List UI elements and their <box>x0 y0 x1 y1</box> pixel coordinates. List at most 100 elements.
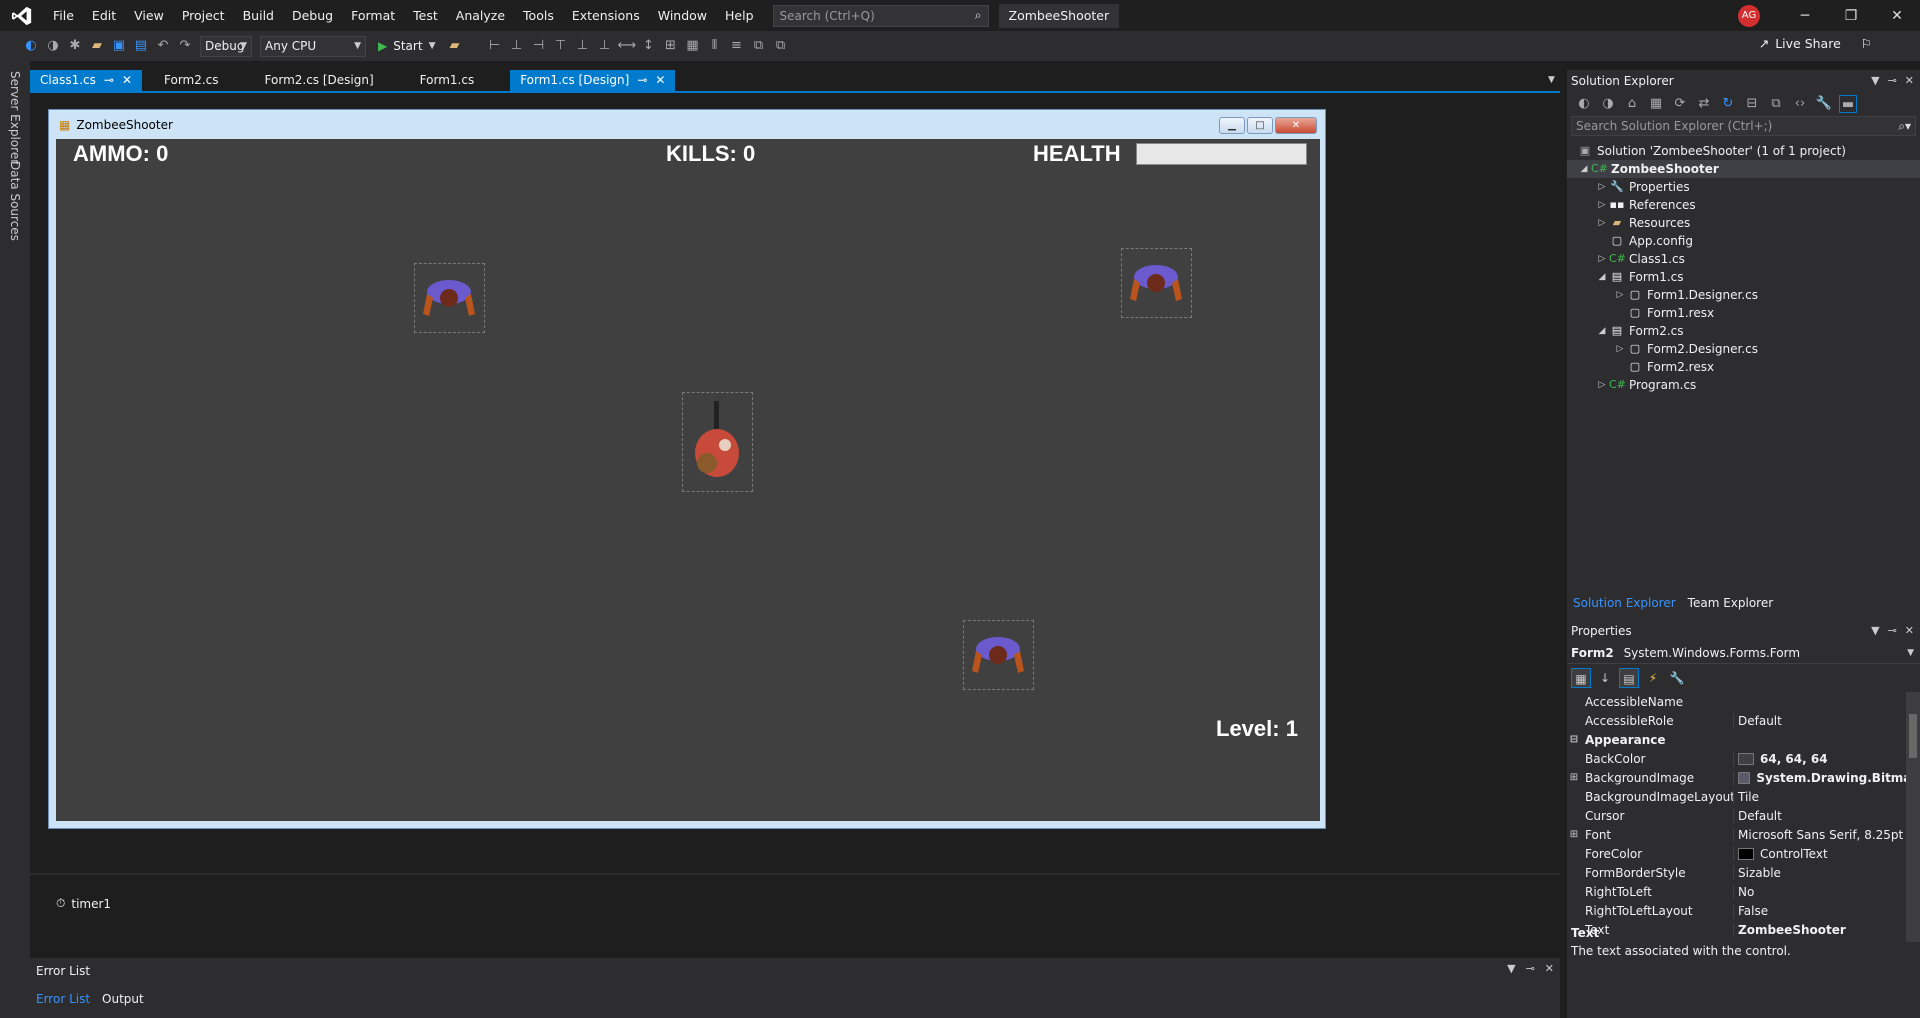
prop-value[interactable]: System.Drawing.Bitmap <box>1733 770 1920 785</box>
health-progress-bar[interactable] <box>1136 143 1307 165</box>
tree-item-properties[interactable]: ▷ 🔧 Properties <box>1567 178 1920 196</box>
tab-class1-cs[interactable]: Class1.cs ⊸ ✕ <box>30 70 142 91</box>
restore-icon[interactable]: ❐ <box>1828 8 1874 24</box>
platform-dropdown[interactable]: Any CPU ▼ <box>260 35 366 57</box>
tree-item-form2-designer[interactable]: ▷ ▢ Form2.Designer.cs <box>1567 340 1920 358</box>
tab-error-list[interactable]: Error List <box>30 988 96 1010</box>
dropdown-icon[interactable]: ▼ <box>1871 620 1879 642</box>
prop-value[interactable]: Microsoft Sans Serif, 8.25pt <box>1733 827 1920 842</box>
menu-tools[interactable]: Tools <box>514 0 563 31</box>
redo-icon[interactable]: ↷ <box>176 37 194 55</box>
send-to-back-icon[interactable]: ⧉ <box>771 37 789 55</box>
categorized-icon[interactable]: ▦ <box>1571 668 1591 688</box>
bring-to-front-icon[interactable]: ⧉ <box>749 37 767 55</box>
prop-row[interactable]: ⊞ Font Microsoft Sans Serif, 8.25pt <box>1567 825 1920 844</box>
prop-row[interactable]: AccessibleName <box>1567 692 1920 711</box>
zombie-sprite[interactable] <box>963 620 1034 690</box>
menu-project[interactable]: Project <box>173 0 234 31</box>
expand-icon[interactable]: ▷ <box>1613 340 1627 358</box>
live-share-button[interactable]: ↗ Live Share ⚐ <box>1759 36 1872 51</box>
refresh-icon[interactable]: ↻ <box>1719 95 1737 113</box>
size-to-grid-icon[interactable]: ⊞ <box>661 37 679 55</box>
prop-value[interactable]: Sizable <box>1733 865 1920 880</box>
prop-row[interactable]: Cursor Default <box>1567 806 1920 825</box>
prop-row[interactable]: BackColor 64, 64, 64 <box>1567 749 1920 768</box>
menu-test[interactable]: Test <box>404 0 447 31</box>
undo-icon[interactable]: ↶ <box>154 37 172 55</box>
property-pages-icon[interactable]: 🔧 <box>1667 668 1687 688</box>
tab-list-dropdown-icon[interactable]: ▼ <box>1548 75 1555 85</box>
tab-form2-cs[interactable]: Form2.cs <box>154 70 229 91</box>
player-sprite[interactable] <box>682 392 753 492</box>
level-label[interactable]: Level: 1 <box>1216 716 1298 742</box>
prop-value[interactable]: No <box>1733 884 1920 899</box>
expand-icon[interactable]: ⊞ <box>1567 829 1581 840</box>
pin-icon[interactable]: ⊸ <box>1888 620 1897 642</box>
menu-analyze[interactable]: Analyze <box>447 0 514 31</box>
prop-row[interactable]: RightToLeft No <box>1567 882 1920 901</box>
pin-icon[interactable]: ⊸ <box>1526 962 1535 975</box>
close-icon[interactable]: ✕ <box>1545 962 1554 975</box>
expand-icon[interactable]: ▷ <box>1613 286 1627 304</box>
tree-item-form1-resx[interactable]: ▢ Form1.resx <box>1567 304 1920 322</box>
vertical-spacing-icon[interactable]: ≡ <box>727 37 745 55</box>
menu-extensions[interactable]: Extensions <box>563 0 649 31</box>
tree-item-project[interactable]: ◢ C# ZombeeShooter <box>1567 160 1920 178</box>
save-icon[interactable]: ▣ <box>110 37 128 55</box>
feedback-icon[interactable]: ⚐ <box>1861 36 1872 51</box>
tab-output[interactable]: Output <box>96 988 150 1010</box>
prop-row[interactable]: AccessibleRole Default <box>1567 711 1920 730</box>
prop-row[interactable]: BackgroundImageLayout Tile <box>1567 787 1920 806</box>
close-icon[interactable]: ✕ <box>1874 8 1920 24</box>
expand-icon[interactable]: ▷ <box>1595 214 1609 232</box>
collapse-icon[interactable]: ◢ <box>1595 268 1609 286</box>
zombie-sprite[interactable] <box>1121 248 1192 318</box>
align-tops-icon[interactable]: ⊤ <box>551 37 569 55</box>
menu-window[interactable]: Window <box>649 0 716 31</box>
dropdown-icon[interactable]: ▼ <box>1871 70 1879 92</box>
timer-component[interactable]: ⏱ timer1 <box>56 896 111 911</box>
close-icon[interactable]: ✕ <box>655 70 665 91</box>
prop-row[interactable]: FormBorderStyle Sizable <box>1567 863 1920 882</box>
collapse-all-icon[interactable]: ⊟ <box>1743 95 1761 113</box>
prop-row[interactable]: RightToLeftLayout False <box>1567 901 1920 920</box>
prop-category-appearance[interactable]: ⊟ Appearance <box>1567 730 1920 749</box>
tree-item-app-config[interactable]: ▢ App.config <box>1567 232 1920 250</box>
prop-value[interactable]: Default <box>1733 713 1920 728</box>
make-same-width-icon[interactable]: ⟷ <box>617 37 636 55</box>
prop-value[interactable]: Default <box>1733 808 1920 823</box>
tree-item-references[interactable]: ▷ ▪▪ References <box>1567 196 1920 214</box>
solution-search-input[interactable]: Search Solution Explorer (Ctrl+;) ⌕▾ <box>1571 116 1916 136</box>
prop-value[interactable]: Tile <box>1733 789 1920 804</box>
tree-item-form1[interactable]: ◢ ▤ Form1.cs <box>1567 268 1920 286</box>
collapse-icon[interactable]: ◢ <box>1595 322 1609 340</box>
menu-debug[interactable]: Debug <box>283 0 342 31</box>
browser-link-icon[interactable]: ▰ <box>445 37 463 55</box>
pin-icon[interactable]: ⊸ <box>104 70 114 91</box>
close-icon[interactable]: ✕ <box>122 70 132 91</box>
prop-value[interactable]: False <box>1733 903 1920 918</box>
close-icon[interactable]: ✕ <box>1905 620 1914 642</box>
server-explorer-tab[interactable]: Server Explorer <box>8 71 22 164</box>
designer-form-window[interactable]: ▦ ZombeeShooter ▁ □ ✕ AMMO: 0 KILLS: 0 H… <box>48 109 1326 829</box>
tree-item-program[interactable]: ▷ C# Program.cs <box>1567 376 1920 394</box>
health-label[interactable]: HEALTH <box>1033 141 1121 167</box>
ammo-label[interactable]: AMMO: 0 <box>73 141 168 167</box>
menu-file[interactable]: File <box>44 0 83 31</box>
properties-scrollbar[interactable] <box>1906 692 1920 942</box>
view-code-icon[interactable]: ‹› <box>1791 95 1809 113</box>
prop-value[interactable]: ControlText <box>1733 846 1920 861</box>
pin-icon[interactable]: ⊸ <box>1888 70 1897 92</box>
tree-item-form2[interactable]: ◢ ▤ Form2.cs <box>1567 322 1920 340</box>
menu-view[interactable]: View <box>125 0 173 31</box>
expand-icon[interactable]: ▷ <box>1595 178 1609 196</box>
menu-edit[interactable]: Edit <box>83 0 125 31</box>
collapse-icon[interactable]: ◢ <box>1577 160 1591 178</box>
tree-item-solution[interactable]: ▣ Solution 'ZombeeShooter' (1 of 1 projec… <box>1567 142 1920 160</box>
new-project-icon[interactable]: ✱ <box>66 37 84 55</box>
scrollbar-thumb[interactable] <box>1909 714 1917 758</box>
align-lefts-icon[interactable]: ⊢ <box>485 37 503 55</box>
home-icon[interactable]: ⌂ <box>1623 95 1641 113</box>
tab-form1-cs[interactable]: Form1.cs <box>410 70 485 91</box>
tree-item-resources[interactable]: ▷ ▰ Resources <box>1567 214 1920 232</box>
